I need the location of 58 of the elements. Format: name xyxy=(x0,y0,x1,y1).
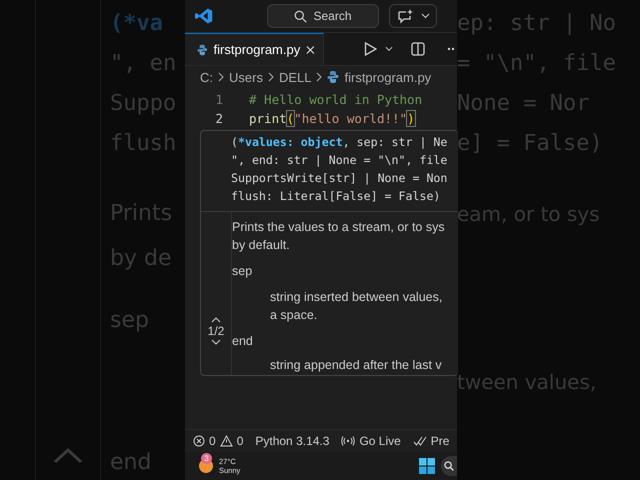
more-icon[interactable] xyxy=(447,47,455,51)
error-count[interactable]: 0 xyxy=(209,434,216,448)
signature-text: ", end: str | None = "\n", file xyxy=(231,152,448,169)
bracket: ) xyxy=(407,111,415,126)
string-literal: "hello world!!" xyxy=(294,111,408,126)
breadcrumb-item[interactable]: firstprogram.py xyxy=(344,70,432,84)
parameter-name: end xyxy=(232,333,253,350)
chevron-right-icon xyxy=(316,72,322,82)
parameter-description: string inserted between values, xyxy=(270,289,442,306)
signature-text: flush: Literal[False] = False) xyxy=(231,188,440,205)
caret-icon[interactable] xyxy=(385,46,393,52)
chat-button[interactable] xyxy=(389,4,437,28)
line-number: 2 xyxy=(214,111,224,126)
breadcrumb-item[interactable]: Users xyxy=(229,70,263,84)
broadcast-icon xyxy=(341,436,356,446)
line-number: 1 xyxy=(214,92,224,107)
python-version[interactable]: Python 3.14.3 xyxy=(255,434,330,448)
chevron-up-icon[interactable] xyxy=(211,317,221,323)
double-check-icon xyxy=(412,436,427,446)
warning-icon xyxy=(220,435,233,447)
warning-count[interactable]: 0 xyxy=(236,434,244,448)
backdrop-text: (*va xyxy=(110,10,163,38)
search-icon xyxy=(444,461,454,471)
run-icon[interactable] xyxy=(364,42,377,56)
prettier-status[interactable]: Pre xyxy=(430,434,450,448)
bracket: ( xyxy=(286,111,294,126)
go-live-button[interactable]: Go Live xyxy=(359,434,401,448)
parameter-description: string appended after the last v xyxy=(270,357,442,374)
description-text: by default. xyxy=(232,237,290,254)
page-counter: 1/2 xyxy=(208,324,224,338)
parameter-name: sep xyxy=(232,263,252,280)
breadcrumb-item[interactable]: DELL xyxy=(278,70,312,84)
search-field[interactable]: Search xyxy=(267,4,379,28)
signature-text: SupportsWrite[str] | None = Non xyxy=(231,170,448,187)
chat-sparkle-icon xyxy=(396,8,412,24)
windows-start-icon[interactable] xyxy=(419,458,435,474)
search-placeholder: Search xyxy=(313,9,352,23)
python-file-icon xyxy=(197,44,208,56)
chevron-up-icon xyxy=(53,448,83,464)
chevron-right-icon xyxy=(218,72,224,82)
description-text: Prints the values to a stream, or to sys xyxy=(232,219,445,236)
breadcrumb-item[interactable]: C: xyxy=(200,70,213,84)
error-icon xyxy=(193,435,205,447)
signature-text: (*values: object, sep: str | Ne xyxy=(231,134,448,151)
notification-badge: 3 xyxy=(201,453,212,464)
taskbar-search-button[interactable] xyxy=(441,456,457,476)
code-editor-logo-icon xyxy=(195,7,213,25)
code-comment: # Hello world in Python xyxy=(249,92,422,107)
function-name: print xyxy=(249,111,287,126)
editor-tab[interactable]: firstprogram.py xyxy=(185,33,324,65)
chevron-down-icon[interactable] xyxy=(211,339,221,345)
python-file-icon xyxy=(327,71,340,83)
split-editor-icon[interactable] xyxy=(411,42,425,56)
caret-icon xyxy=(420,13,430,19)
chevron-right-icon xyxy=(268,72,274,82)
parameter-description: a space. xyxy=(270,307,318,324)
close-icon[interactable] xyxy=(306,44,315,54)
search-icon xyxy=(294,10,308,22)
